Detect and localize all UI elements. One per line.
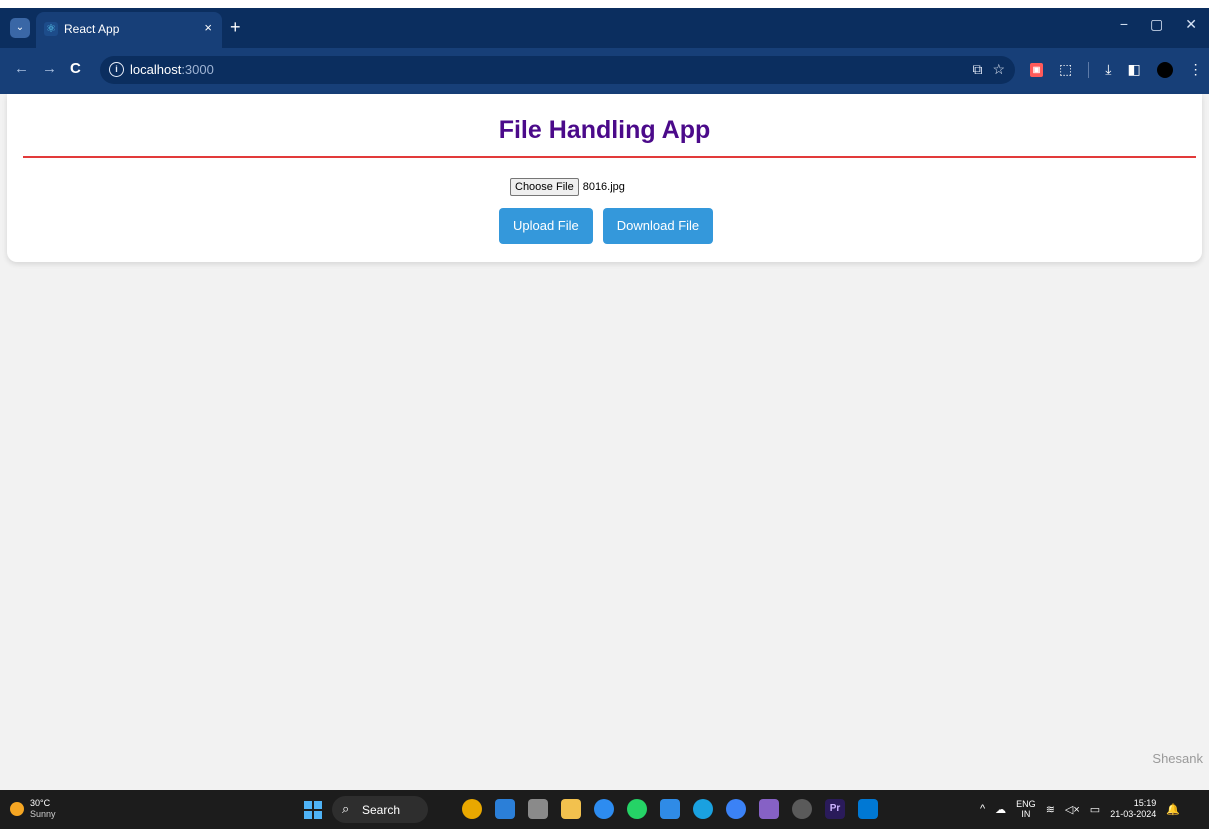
- system-tray: ^ ☁ ENG IN ≋ ◁× ▭ 15:19 21-03-2024 🔔: [980, 798, 1180, 820]
- lang-bottom: IN: [1021, 809, 1031, 819]
- download-icon[interactable]: ⤓: [1105, 61, 1111, 78]
- new-tab-button[interactable]: +: [230, 17, 241, 37]
- r-app-icon[interactable]: [726, 799, 746, 819]
- selected-file-name: 8016.jpg: [582, 181, 625, 193]
- chevron-up-icon[interactable]: ^: [980, 803, 985, 815]
- widgets-app-icon[interactable]: [462, 799, 482, 819]
- install-icon[interactable]: ⧉: [972, 61, 982, 78]
- chrome-icon[interactable]: [594, 799, 614, 819]
- app-card: File Handling App Choose File 8016.jpg U…: [7, 94, 1202, 262]
- battery-icon[interactable]: ▭: [1090, 803, 1100, 816]
- back-button[interactable]: ←: [14, 60, 29, 78]
- toolbar-divider: [1088, 61, 1090, 78]
- wifi-icon[interactable]: ≋: [1046, 803, 1055, 816]
- forward-button[interactable]: →: [42, 60, 57, 78]
- tab-react-app[interactable]: ⚛ React App ×: [36, 12, 222, 48]
- window-controls: − ▢ ✕: [1120, 16, 1197, 33]
- taskbar: 30°C Sunny ⌕ Search Pr ^ ☁ ENG IN ≋ ◁× ▭…: [0, 790, 1209, 829]
- search-label: Search: [362, 803, 401, 817]
- vscode-icon[interactable]: [858, 799, 878, 819]
- clock[interactable]: 15:19 21-03-2024: [1110, 798, 1156, 820]
- copilot-app-icon[interactable]: [495, 799, 515, 819]
- clock-date: 21-03-2024: [1110, 809, 1157, 819]
- settings-icon[interactable]: [792, 799, 812, 819]
- page-viewport: File Handling App Choose File 8016.jpg U…: [0, 94, 1209, 790]
- lang-top: ENG: [1016, 799, 1036, 809]
- tab-strip: ⌄ ⚛ React App × + − ▢ ✕: [0, 0, 1209, 48]
- react-favicon-icon: ⚛: [44, 22, 58, 36]
- premiere-pro-icon[interactable]: Pr: [825, 799, 845, 819]
- watermark-text: Shesank: [1152, 751, 1203, 766]
- menu-icon[interactable]: ⋮: [1189, 61, 1203, 78]
- sidebar-icon[interactable]: ◧: [1127, 61, 1140, 78]
- weather-widget[interactable]: 30°C Sunny: [10, 798, 56, 820]
- file-explorer-icon[interactable]: [561, 799, 581, 819]
- extension-area: ▣ ⬚ ⤓ ◧ ⋮: [1030, 61, 1203, 78]
- upload-file-button[interactable]: Upload File: [499, 208, 593, 244]
- windows-start-icon[interactable]: [304, 801, 322, 819]
- profile-avatar[interactable]: [1156, 61, 1173, 78]
- taskbar-search[interactable]: ⌕ Search: [332, 796, 428, 823]
- tab-search-button[interactable]: ⌄: [10, 18, 30, 38]
- site-info-icon[interactable]: i: [109, 62, 124, 77]
- star-icon[interactable]: ☆: [992, 61, 1005, 78]
- pinned-apps: Pr: [462, 799, 878, 819]
- store-icon[interactable]: [660, 799, 680, 819]
- search-icon: ⌕: [342, 801, 350, 816]
- weather-temp: 30°C: [30, 798, 51, 808]
- extensions-icon[interactable]: ⬚: [1059, 61, 1072, 78]
- close-window-button[interactable]: ✕: [1185, 16, 1197, 33]
- download-file-button[interactable]: Download File: [602, 208, 714, 244]
- visual-studio-icon[interactable]: [759, 799, 779, 819]
- url-host: localhost: [130, 62, 182, 77]
- title-divider: [23, 156, 1196, 158]
- omnibox-actions: ⧉ ☆: [972, 61, 1005, 78]
- reload-button[interactable]: C: [70, 60, 81, 78]
- sun-icon: [10, 802, 24, 816]
- tab-strip-bar: ⌄ ⚛ React App × + − ▢ ✕: [0, 8, 1209, 48]
- tab-close-icon[interactable]: ×: [204, 20, 212, 35]
- notification-bell-icon[interactable]: 🔔: [1166, 803, 1180, 816]
- url-port: :3000: [181, 62, 214, 77]
- weather-text: 30°C Sunny: [30, 798, 56, 820]
- choose-file-button[interactable]: Choose File: [510, 178, 579, 196]
- pdf-extension-icon[interactable]: ▣: [1030, 62, 1043, 77]
- weather-condition: Sunny: [30, 809, 56, 819]
- url-text[interactable]: localhost:3000: [130, 62, 214, 77]
- tab-title: React App: [64, 22, 120, 36]
- onedrive-icon[interactable]: ☁: [995, 803, 1006, 816]
- task-view-icon[interactable]: [528, 799, 548, 819]
- clock-time: 15:19: [1133, 798, 1157, 808]
- volume-muted-icon[interactable]: ◁×: [1065, 803, 1080, 816]
- whatsapp-icon[interactable]: [627, 799, 647, 819]
- action-buttons: Upload File Download File: [499, 208, 714, 244]
- address-bar[interactable]: i localhost:3000 ⧉ ☆: [100, 56, 1015, 84]
- file-input[interactable]: Choose File 8016.jpg: [510, 178, 625, 196]
- edge-icon[interactable]: [693, 799, 713, 819]
- browser-toolbar: ← → C i localhost:3000 ⧉ ☆ ▣ ⬚ ⤓ ◧ ⋮: [0, 48, 1209, 94]
- page-title: File Handling App: [498, 116, 711, 144]
- language-indicator[interactable]: ENG IN: [1016, 799, 1036, 819]
- restore-button[interactable]: ▢: [1150, 16, 1163, 33]
- minimize-button[interactable]: −: [1120, 16, 1128, 33]
